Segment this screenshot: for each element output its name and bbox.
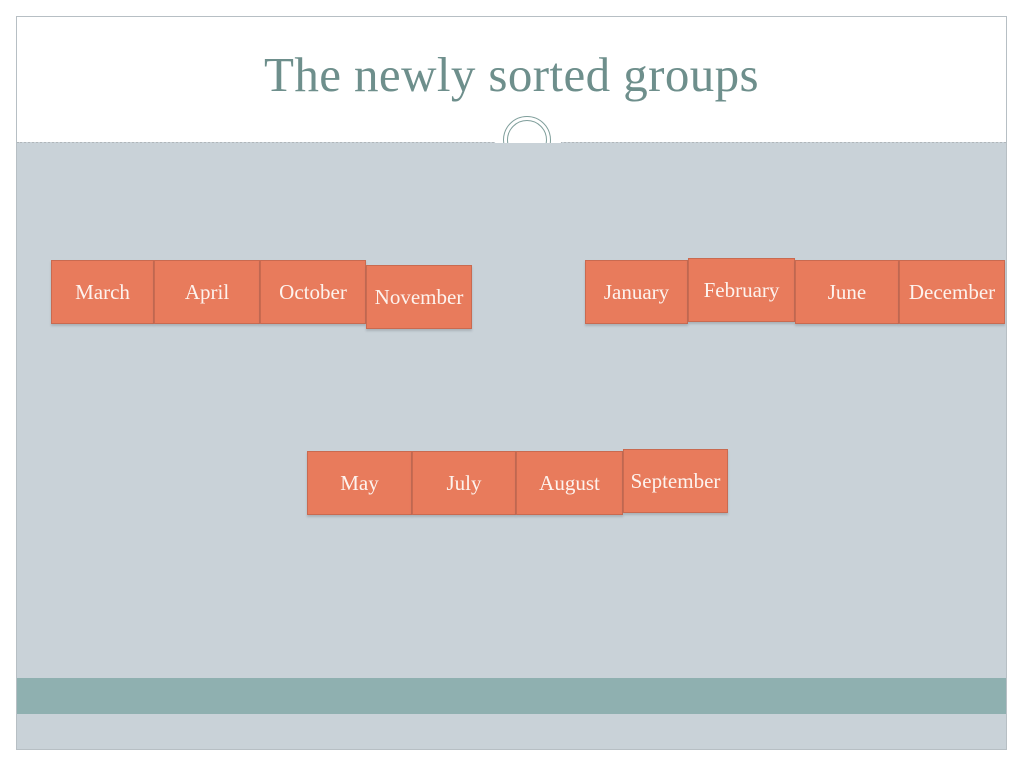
month-box-september[interactable]: September [623, 449, 728, 513]
month-box-july[interactable]: July [412, 451, 516, 515]
slide-canvas: The newly sorted groups March April Octobe… [16, 16, 1007, 750]
month-box-march[interactable]: March [51, 260, 154, 324]
month-box-october[interactable]: October [260, 260, 366, 324]
month-box-november[interactable]: November [366, 265, 472, 329]
month-box-april[interactable]: April [154, 260, 260, 324]
month-box-december[interactable]: December [899, 260, 1005, 324]
month-box-august[interactable]: August [516, 451, 623, 515]
month-box-january[interactable]: January [585, 260, 688, 324]
month-box-may[interactable]: May [307, 451, 412, 515]
month-box-june[interactable]: June [795, 260, 899, 324]
footer-accent-bar [17, 678, 1006, 714]
month-box-february[interactable]: February [688, 258, 795, 322]
slide-body: March April October November January February… [17, 143, 1006, 714]
page-title: The newly sorted groups [263, 47, 759, 102]
